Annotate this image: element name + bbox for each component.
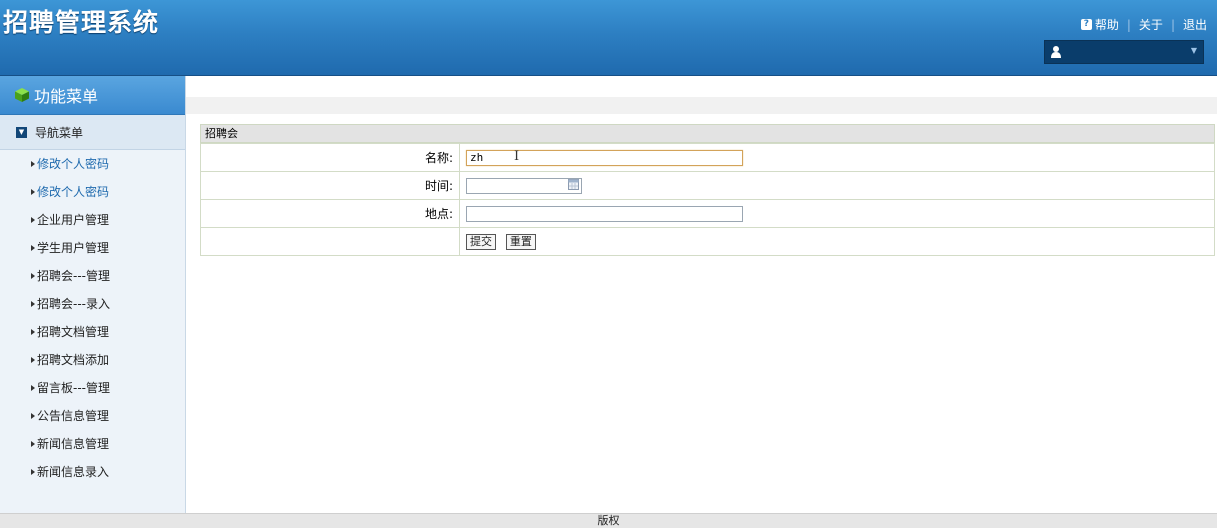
sidebar-item-label: 学生用户管理 [37, 241, 110, 255]
sidebar-item-news-manage[interactable]: 新闻信息管理 [0, 430, 185, 458]
sidebar-item-doc-add[interactable]: 招聘文档添加 [0, 346, 185, 374]
nav-header[interactable]: ▼ 导航菜单 [0, 115, 185, 150]
bullet-icon [31, 161, 35, 167]
sidebar-item-job-fair-manage[interactable]: 招聘会---管理 [0, 262, 185, 290]
help-icon: ? [1080, 19, 1092, 30]
place-input[interactable] [466, 205, 743, 222]
form-row-actions: 提交 重置 [200, 227, 1215, 256]
form-row-name: 名称: [200, 143, 1215, 172]
sidebar-item-change-password-2[interactable]: 修改个人密码 [0, 178, 185, 206]
sidebar-item-change-password[interactable]: 修改个人密码 [0, 150, 185, 178]
sidebar-item-student-users[interactable]: 学生用户管理 [0, 234, 185, 262]
text-cursor-icon: I [514, 149, 520, 164]
job-fair-form-panel: 招聘会 名称: 时间: 地点: [200, 124, 1215, 256]
about-link[interactable]: 关于 [1139, 16, 1163, 33]
form-row-time: 时间: [200, 171, 1215, 200]
nav-list: 修改个人密码 修改个人密码 企业用户管理 学生用户管理 招聘会---管理 招聘会… [0, 150, 185, 486]
user-icon [1051, 46, 1061, 58]
bullet-icon [31, 189, 35, 195]
footer: 版权 [0, 513, 1217, 528]
collapse-icon: ▼ [16, 126, 27, 138]
bullet-icon [31, 357, 35, 363]
user-dropdown[interactable]: ▼ [1044, 40, 1204, 64]
content-toolbar [186, 97, 1217, 114]
sidebar-item-label: 招聘会---录入 [37, 297, 110, 311]
sidebar-item-label: 修改个人密码 [37, 157, 110, 171]
place-label: 地点: [200, 199, 460, 228]
job-fair-form: 名称: 时间: 地点: [200, 143, 1215, 256]
sidebar-item-message-board[interactable]: 留言板---管理 [0, 374, 185, 402]
bullet-icon [31, 217, 35, 223]
name-input[interactable] [466, 149, 743, 166]
sidebar-item-company-users[interactable]: 企业用户管理 [0, 206, 185, 234]
sidebar-item-job-fair-entry[interactable]: 招聘会---录入 [0, 290, 185, 318]
bullet-icon [31, 245, 35, 251]
app-header: 招聘管理系统 ? 帮助 | 关于 | 退出 ▼ [0, 0, 1217, 76]
sidebar-item-label: 招聘会---管理 [37, 269, 110, 283]
sidebar-item-news-entry[interactable]: 新闻信息录入 [0, 458, 185, 486]
calendar-icon[interactable] [568, 178, 579, 190]
bullet-icon [31, 329, 35, 335]
logout-link[interactable]: 退出 [1183, 16, 1207, 33]
bullet-icon [31, 441, 35, 447]
bullet-icon [31, 413, 35, 419]
bullet-icon [31, 385, 35, 391]
panel-title: 招聘会 [200, 124, 1215, 143]
reset-button[interactable]: 重置 [505, 233, 536, 250]
nav-header-label: 导航菜单 [35, 125, 84, 140]
main-content: 招聘会 名称: 时间: 地点: [186, 76, 1217, 513]
bullet-icon [31, 469, 35, 475]
submit-button[interactable]: 提交 [466, 233, 496, 250]
sidebar-header: 功能菜单 [0, 76, 185, 115]
sidebar: 功能菜单 ▼ 导航菜单 修改个人密码 修改个人密码 企业用户管理 学生用户管理 … [0, 76, 186, 527]
form-row-place: 地点: [200, 199, 1215, 228]
sidebar-item-notice-manage[interactable]: 公告信息管理 [0, 402, 185, 430]
help-link[interactable]: 帮助 [1095, 16, 1119, 33]
chevron-down-icon: ▼ [1190, 46, 1197, 55]
divider: | [1170, 17, 1175, 32]
cube-icon [15, 88, 29, 102]
bullet-icon [31, 273, 35, 279]
sidebar-item-label: 新闻信息录入 [37, 465, 110, 479]
sidebar-item-label: 企业用户管理 [37, 213, 110, 227]
bullet-icon [31, 301, 35, 307]
top-links: ? 帮助 | 关于 | 退出 [1080, 16, 1207, 33]
app-title: 招聘管理系统 [3, 8, 160, 37]
time-label: 时间: [200, 171, 460, 200]
sidebar-item-label: 修改个人密码 [37, 185, 110, 199]
sidebar-title: 功能菜单 [34, 87, 99, 106]
sidebar-item-label: 招聘文档管理 [37, 325, 110, 339]
sidebar-item-label: 招聘文档添加 [37, 353, 110, 367]
time-input[interactable] [466, 177, 582, 194]
sidebar-item-label: 公告信息管理 [37, 409, 110, 423]
divider: | [1126, 17, 1131, 32]
sidebar-item-doc-manage[interactable]: 招聘文档管理 [0, 318, 185, 346]
sidebar-item-label: 新闻信息管理 [37, 437, 110, 451]
sidebar-item-label: 留言板---管理 [37, 381, 110, 395]
name-label: 名称: [200, 143, 460, 172]
